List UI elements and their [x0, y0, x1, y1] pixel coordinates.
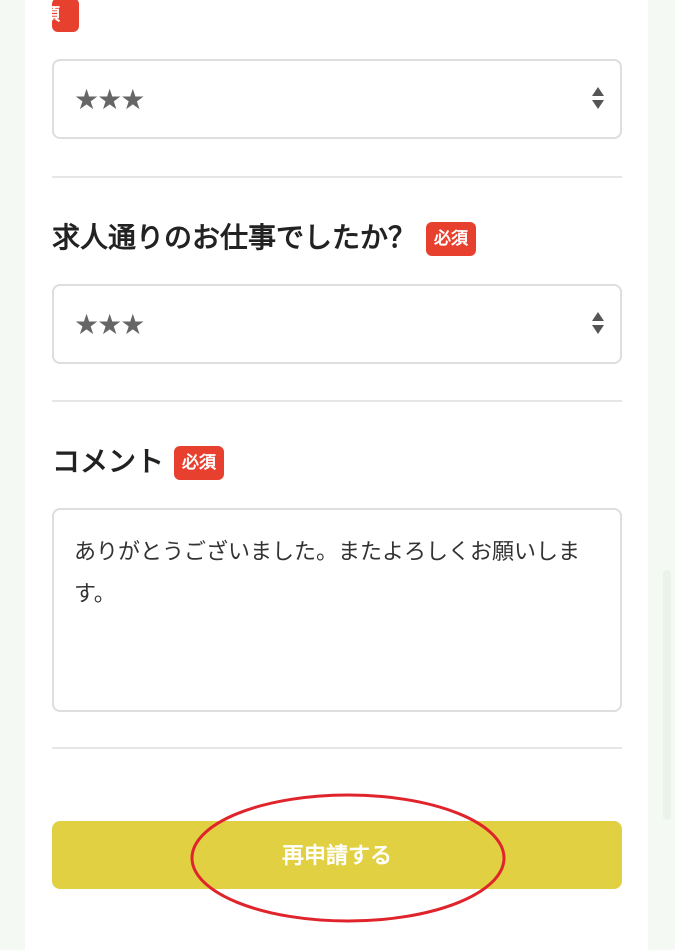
- required-badge: 必須: [174, 446, 225, 480]
- select-value: ★★★: [74, 83, 145, 116]
- required-badge: 必須: [426, 222, 477, 256]
- required-badge: 須: [52, 0, 79, 32]
- comment-label: コメント 必須: [52, 442, 225, 482]
- select-arrows-icon: [592, 87, 604, 111]
- question-text: 求人通りのお仕事でしたか？: [52, 221, 417, 254]
- divider: [52, 176, 622, 178]
- divider: [52, 400, 622, 402]
- select-value: ★★★: [74, 308, 145, 341]
- divider: [52, 747, 622, 749]
- select-arrows-icon: [592, 312, 604, 336]
- reapply-button[interactable]: 再申請する: [52, 821, 622, 889]
- question-label: 求人通りのお仕事でしたか？ 必須: [52, 218, 477, 258]
- rating-select-1[interactable]: ★★★: [52, 59, 622, 139]
- comment-label-text: コメント: [52, 445, 165, 478]
- rating-select-2[interactable]: ★★★: [52, 284, 622, 364]
- comment-textarea[interactable]: ありがとうございました。またよろしくお願いします。: [52, 508, 622, 712]
- scrollbar[interactable]: [663, 570, 671, 820]
